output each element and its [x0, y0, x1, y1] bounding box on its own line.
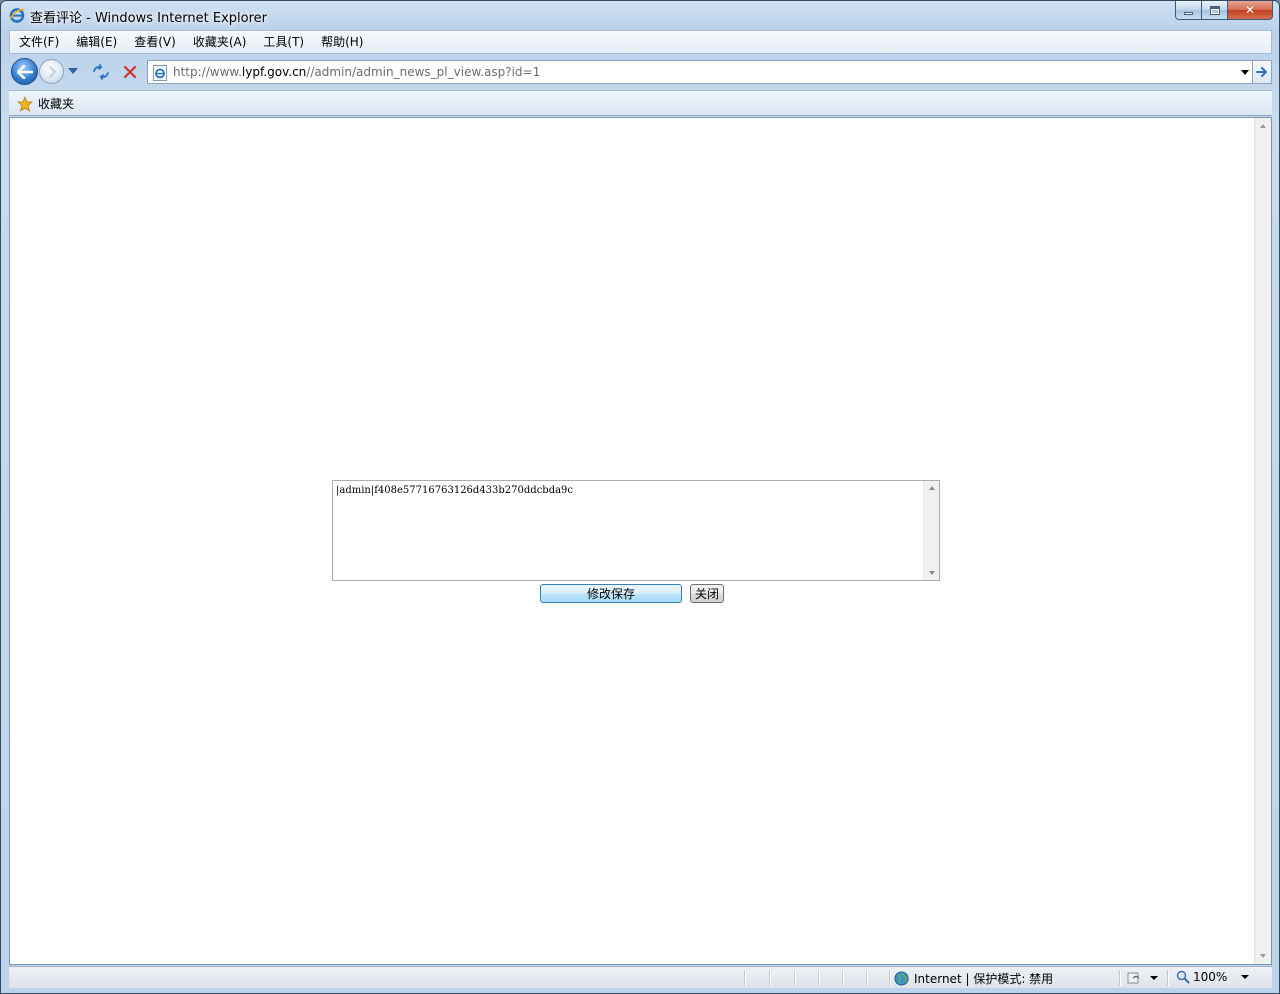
browser-window: 查看评论 - Windows Internet Explorer ✕ 文件(F)… [0, 0, 1280, 994]
page-scrollbar[interactable] [1254, 118, 1271, 964]
menu-help[interactable]: 帮助(H) [312, 31, 371, 53]
status-divider [769, 970, 770, 986]
menu-favorites[interactable]: 收藏夹(A) [184, 31, 255, 53]
status-divider [866, 970, 867, 986]
window-title: 查看评论 - Windows Internet Explorer [30, 11, 267, 26]
favorites-star-icon [17, 95, 33, 112]
address-bar[interactable]: http://www.lypf.gov.cn//admin/admin_news… [147, 60, 1256, 84]
save-button[interactable]: 修改保存 [540, 584, 682, 603]
window-controls: ✕ [1175, 1, 1273, 21]
status-divider [744, 970, 745, 986]
menu-view[interactable]: 查看(V) [125, 31, 184, 53]
url-domain: lypf.gov.cn [241, 65, 307, 79]
ie-logo-icon [9, 8, 25, 23]
page-icon [153, 65, 167, 81]
tools-dropdown-icon[interactable] [1150, 976, 1158, 980]
magnifier-icon [1176, 970, 1190, 984]
menu-file[interactable]: 文件(F) [10, 31, 67, 53]
status-divider [842, 970, 843, 986]
close-icon: ✕ [1244, 3, 1256, 17]
go-button[interactable] [1252, 60, 1272, 84]
page-content: |admin|f408e57716763126d433b270ddcbda9c … [9, 117, 1272, 965]
minimize-icon [1184, 11, 1193, 15]
status-divider [818, 970, 819, 986]
textarea-scrollbar[interactable] [923, 481, 939, 580]
go-arrow-icon [1256, 67, 1267, 77]
close-button[interactable]: 关闭 [690, 584, 724, 603]
title-bar: 查看评论 - Windows Internet Explorer ✕ [1, 1, 1279, 30]
status-divider [1119, 970, 1120, 986]
navigation-bar: http://www.lypf.gov.cn//admin/admin_news… [9, 55, 1272, 89]
status-divider [889, 970, 890, 986]
forward-arrow-icon [49, 66, 57, 78]
forward-button[interactable] [39, 59, 64, 84]
zoom-dropdown-icon[interactable] [1241, 975, 1250, 979]
stop-icon [124, 66, 136, 78]
maximize-icon [1209, 5, 1220, 15]
security-zone[interactable]: Internet | 保护模式: 禁用 [894, 970, 1053, 987]
zoom-level: 100% [1193, 970, 1228, 984]
status-bar: Internet | 保护模式: 禁用 100% [9, 966, 1272, 988]
url-prefix: http://www. [173, 65, 242, 79]
favorites-bar: 收藏夹 [9, 90, 1272, 116]
menu-bar: 文件(F) 编辑(E) 查看(V) 收藏夹(A) 工具(T) 帮助(H) [9, 30, 1272, 54]
scroll-up-icon[interactable] [929, 486, 935, 490]
menu-tools[interactable]: 工具(T) [254, 31, 312, 53]
popup-blocker-icon [1127, 972, 1140, 984]
page-scroll-up-icon[interactable] [1260, 124, 1266, 128]
minimize-button[interactable] [1175, 1, 1202, 20]
comment-textarea[interactable]: |admin|f408e57716763126d433b270ddcbda9c [333, 481, 923, 580]
url-path: //admin/admin_news_pl_view.asp?id=1 [306, 65, 541, 79]
favorites-label: 收藏夹 [38, 97, 75, 111]
address-url[interactable]: http://www.lypf.gov.cn//admin/admin_news… [173, 65, 540, 79]
maximize-button[interactable] [1202, 1, 1228, 20]
refresh-icon [93, 64, 109, 80]
menu-edit[interactable]: 编辑(E) [67, 31, 125, 53]
refresh-button[interactable] [89, 61, 113, 83]
page-scroll-down-icon[interactable] [1260, 954, 1266, 958]
scroll-down-icon[interactable] [929, 571, 935, 575]
close-window-button[interactable]: ✕ [1228, 1, 1273, 20]
address-dropdown-icon[interactable] [1241, 70, 1249, 75]
back-button[interactable] [11, 58, 38, 85]
status-divider [794, 970, 795, 986]
zoom-control[interactable]: 100% [1176, 970, 1250, 984]
back-arrow-icon [16, 64, 33, 79]
favorites-button[interactable]: 收藏夹 [17, 95, 74, 112]
stop-button[interactable] [119, 61, 141, 83]
globe-icon [894, 971, 909, 986]
history-dropdown-icon[interactable] [68, 68, 78, 74]
status-divider [1167, 970, 1168, 986]
protected-mode-tools[interactable] [1126, 970, 1158, 986]
comment-textarea-box: |admin|f408e57716763126d433b270ddcbda9c [332, 480, 940, 581]
zone-text: Internet | 保护模式: 禁用 [914, 972, 1054, 986]
